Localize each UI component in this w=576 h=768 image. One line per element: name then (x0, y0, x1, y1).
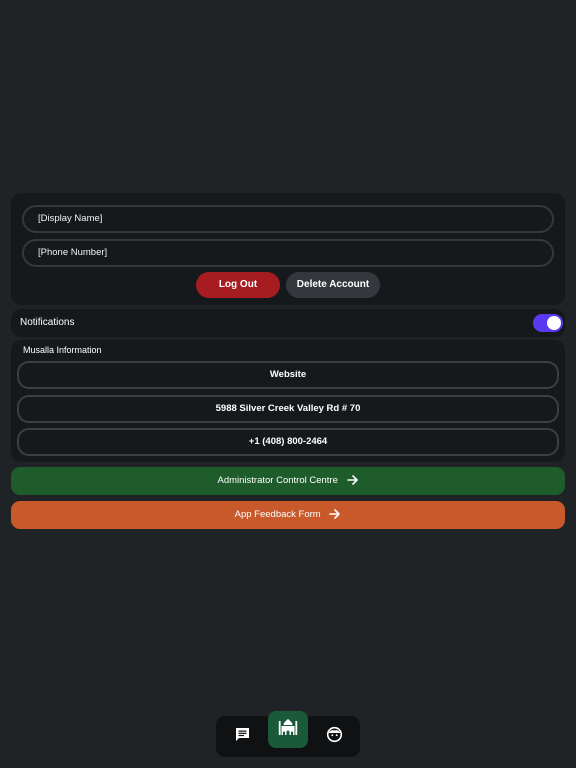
notifications-row: Notifications (11, 309, 565, 337)
app-feedback-button[interactable]: App Feedback Form (11, 501, 565, 529)
delete-account-button[interactable]: Delete Account (286, 272, 380, 298)
nav-home-button[interactable] (268, 711, 308, 748)
profile-card: [Display Name] [Phone Number] Log Out De… (11, 193, 565, 305)
address-button[interactable]: 5988 Silver Creek Valley Rd # 70 (17, 395, 559, 423)
nav-chat-button[interactable] (222, 716, 262, 757)
website-button[interactable]: Website (17, 361, 559, 389)
app-feedback-label: App Feedback Form (234, 509, 321, 520)
musalla-info-title: Musalla Information (23, 345, 102, 355)
chat-icon (234, 726, 251, 748)
admin-control-centre-button[interactable]: Administrator Control Centre (11, 467, 565, 495)
arrow-right-icon (346, 474, 359, 486)
toggle-knob (547, 316, 561, 330)
mosque-icon (278, 718, 298, 741)
display-name-field[interactable]: [Display Name] (22, 205, 554, 233)
nav-profile-button[interactable] (314, 716, 354, 757)
phone-button[interactable]: +1 (408) 800-2464 (17, 428, 559, 456)
phone-number-field[interactable]: [Phone Number] (22, 239, 554, 267)
account-actions: Log Out Delete Account (11, 272, 565, 298)
notifications-toggle[interactable] (533, 314, 563, 332)
musalla-info-card: Musalla Information Website 5988 Silver … (11, 340, 565, 462)
profile-icon (326, 726, 343, 748)
arrow-right-icon (329, 508, 341, 520)
admin-control-centre-label: Administrator Control Centre (217, 475, 338, 486)
logout-button[interactable]: Log Out (196, 272, 280, 298)
notifications-label: Notifications (20, 317, 75, 328)
